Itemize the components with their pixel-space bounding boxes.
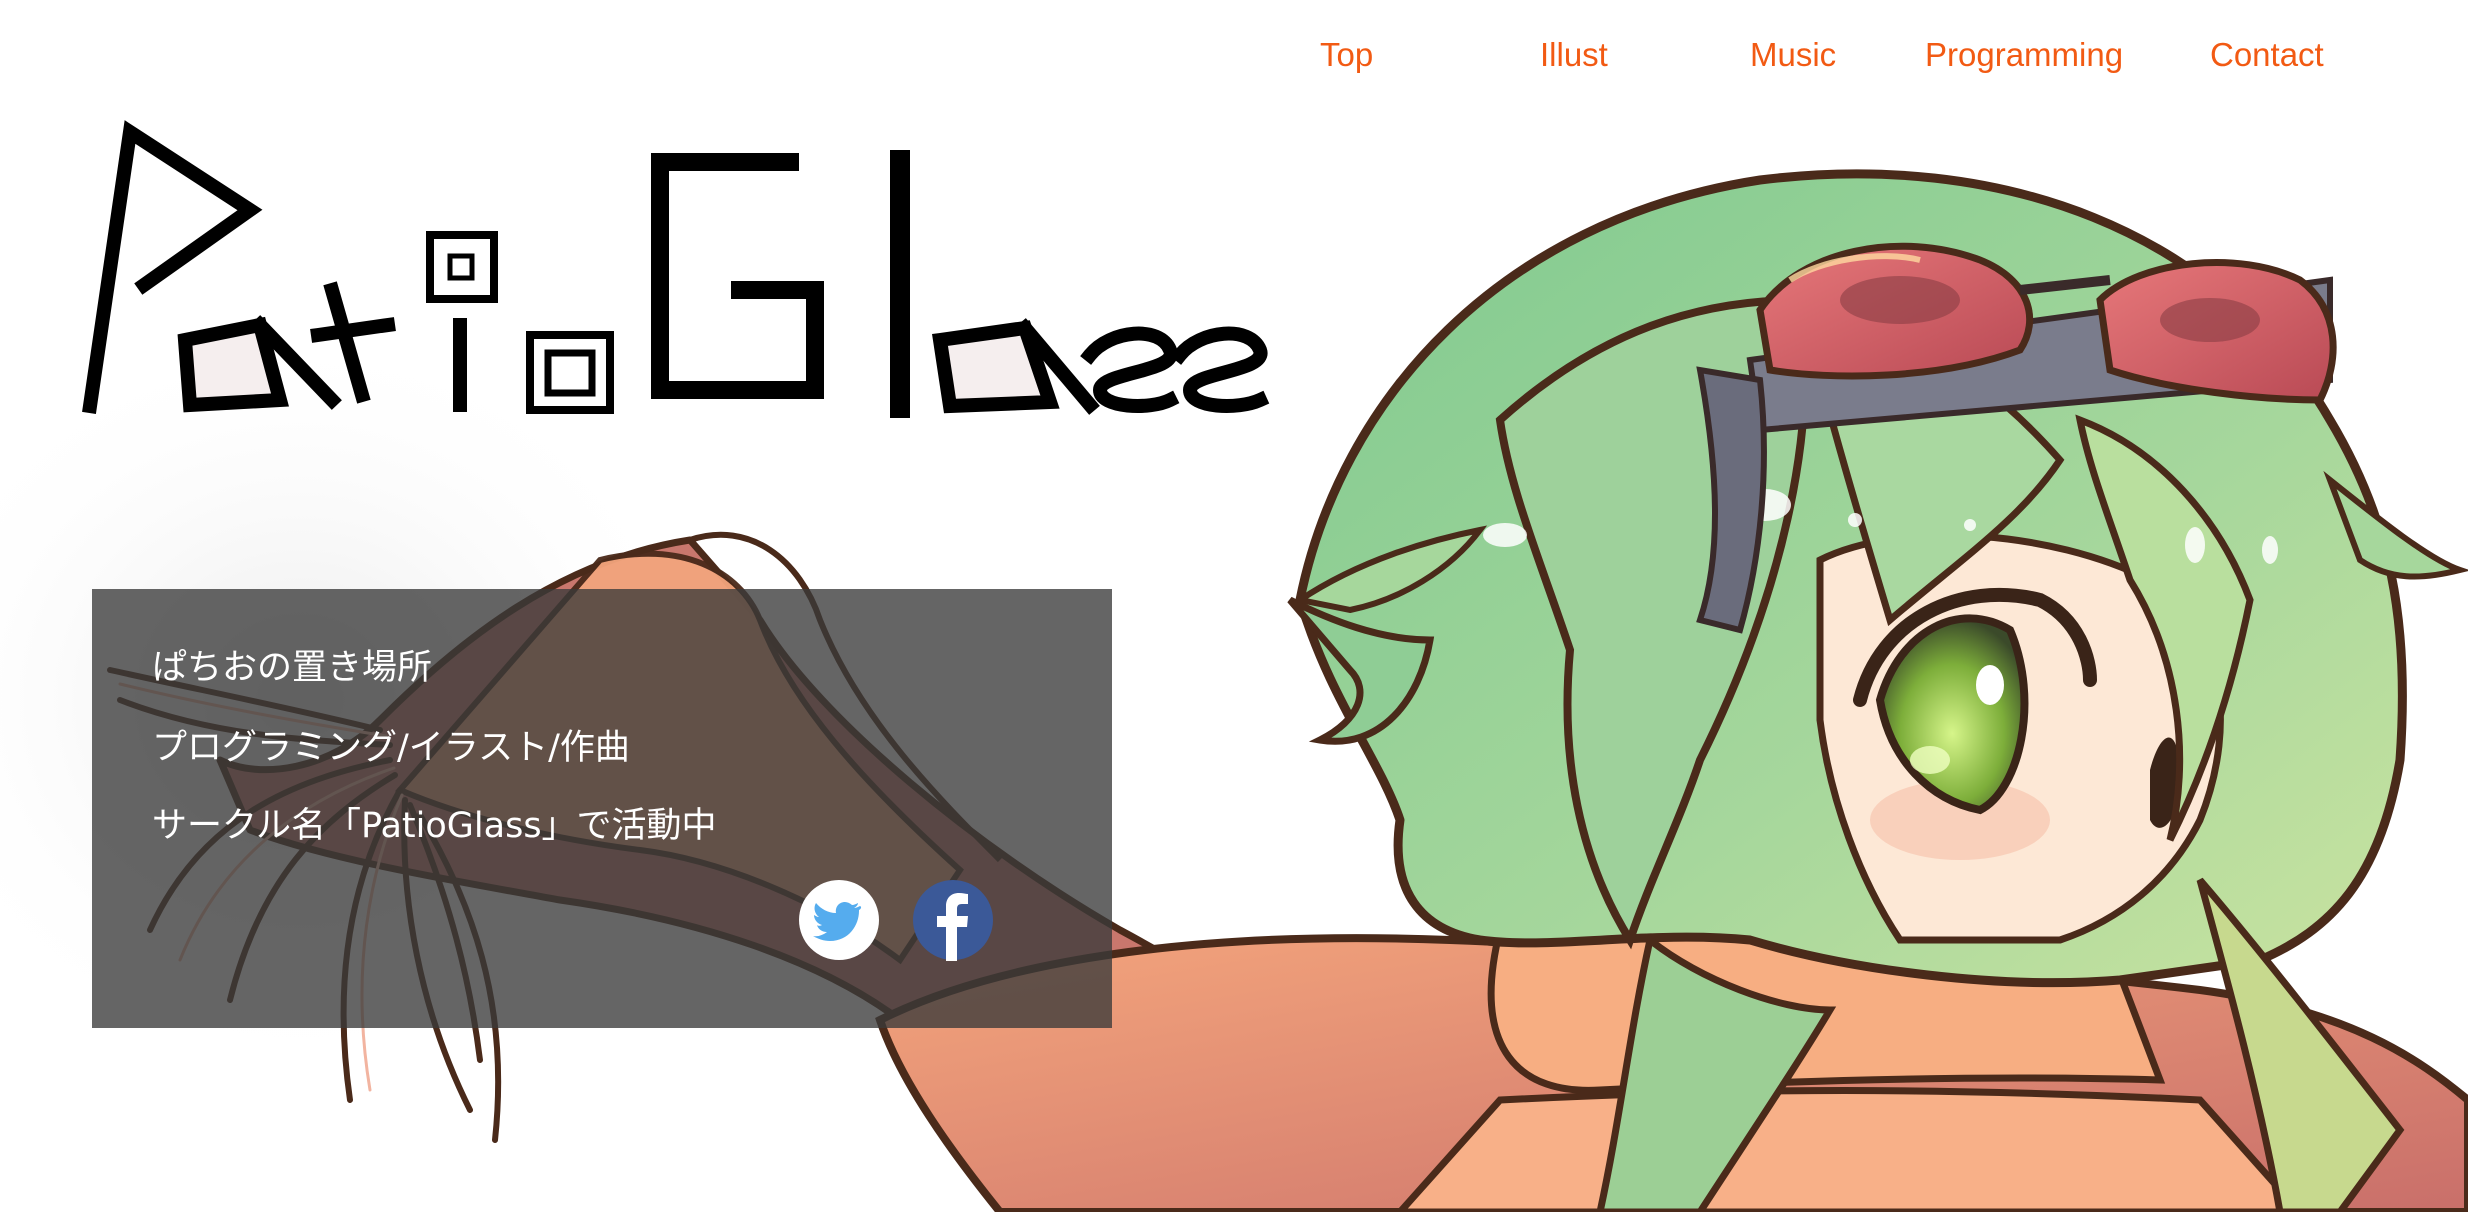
nav-music-link[interactable]: Music	[1750, 30, 1836, 80]
nav-illust-link[interactable]: Illust	[1540, 30, 1608, 80]
intro-line-tagline: ぱちおの置き場所	[152, 648, 433, 688]
main-nav: Top Illust Music Programming Contact	[1320, 30, 2440, 80]
facebook-button[interactable]	[912, 879, 994, 961]
page: Top Illust Music Programming Contact ぱちお…	[0, 0, 2468, 1212]
twitter-button[interactable]	[798, 879, 880, 961]
intro-line-circle: サークル名「PatioGlass」で活動中	[152, 806, 717, 846]
intro-line-activities: プログラミング/イラスト/作曲	[152, 728, 630, 768]
patioglass-logo	[82, 120, 1270, 418]
nav-programming-link[interactable]: Programming	[1925, 30, 2123, 80]
facebook-f-icon	[913, 880, 993, 961]
nav-contact-link[interactable]: Contact	[2210, 30, 2324, 80]
intro-panel: ぱちおの置き場所 プログラミング/イラスト/作曲 サークル名「PatioGlas…	[92, 589, 1112, 1028]
nav-top-link[interactable]: Top	[1320, 30, 1373, 80]
twitter-bird-icon	[799, 880, 879, 960]
